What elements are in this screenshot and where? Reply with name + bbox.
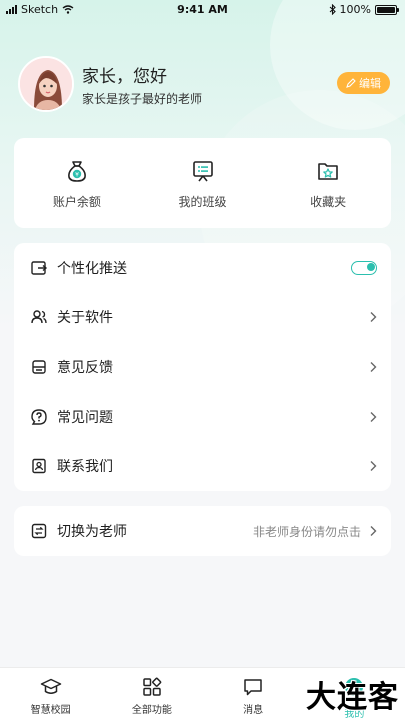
switch-role-row[interactable]: 切换为老师 非老师身份请勿点击 bbox=[14, 506, 391, 556]
menu-item-label: 意见反馈 bbox=[57, 359, 113, 376]
menu-item-label: 常见问题 bbox=[57, 409, 113, 426]
quick-action-favorites[interactable]: 收藏夹 bbox=[265, 138, 391, 228]
switch-role-label: 切换为老师 bbox=[57, 524, 127, 540]
push-icon bbox=[31, 261, 48, 275]
quick-action-balance[interactable]: ¥ 账户余额 bbox=[14, 138, 140, 228]
settings-menu-card: 个性化推送 关于软件 意见反馈 常见问题 联系我们 bbox=[14, 243, 391, 491]
battery-icon bbox=[375, 4, 399, 15]
chevron-right-icon bbox=[370, 526, 377, 536]
question-icon bbox=[31, 408, 47, 425]
tab-messages[interactable]: 消息 bbox=[203, 668, 304, 720]
avatar[interactable] bbox=[18, 56, 74, 112]
class-board-icon bbox=[192, 161, 213, 182]
menu-item-label: 关于软件 bbox=[57, 310, 113, 327]
tab-label: 智慧校园 bbox=[30, 705, 71, 716]
edit-label: 编辑 bbox=[359, 77, 381, 90]
contact-icon bbox=[32, 458, 46, 474]
switch-icon bbox=[31, 523, 47, 539]
about-users-icon bbox=[31, 310, 47, 324]
menu-item-contact[interactable]: 联系我们 bbox=[14, 441, 391, 491]
edit-profile-button[interactable]: 编辑 bbox=[337, 72, 390, 94]
chevron-right-icon bbox=[370, 361, 377, 372]
watermark-logo: 大连客 bbox=[306, 680, 399, 715]
grid-apps-icon bbox=[143, 677, 162, 696]
chevron-right-icon bbox=[370, 461, 377, 472]
chevron-right-icon bbox=[370, 312, 377, 323]
message-icon bbox=[244, 679, 262, 696]
menu-item-push[interactable]: 个性化推送 bbox=[14, 243, 391, 293]
svg-text:¥: ¥ bbox=[75, 171, 79, 178]
feedback-icon bbox=[32, 360, 46, 374]
battery-percent: 100% bbox=[339, 3, 371, 16]
menu-item-feedback[interactable]: 意见反馈 bbox=[14, 342, 391, 392]
push-toggle[interactable] bbox=[351, 260, 377, 275]
profile-header: 家长，您好 家长是孩子最好的老师 编辑 bbox=[18, 56, 390, 116]
quick-action-label: 收藏夹 bbox=[310, 195, 347, 209]
tab-label: 全部功能 bbox=[131, 705, 172, 716]
tab-all-functions[interactable]: 全部功能 bbox=[101, 668, 202, 720]
graduation-cap-icon bbox=[40, 678, 61, 694]
favorites-folder-icon bbox=[318, 163, 338, 180]
menu-item-about[interactable]: 关于软件 bbox=[14, 293, 391, 343]
menu-item-faq[interactable]: 常见问题 bbox=[14, 392, 391, 442]
chevron-right-icon bbox=[370, 411, 377, 422]
greeting-title: 家长，您好 bbox=[82, 67, 167, 87]
menu-item-label: 个性化推送 bbox=[57, 260, 127, 277]
switch-role-hint: 非老师身份请勿点击 bbox=[252, 524, 361, 539]
quick-action-label: 账户余额 bbox=[52, 195, 101, 209]
quick-action-label: 我的班级 bbox=[178, 195, 227, 209]
menu-item-label: 联系我们 bbox=[57, 459, 113, 476]
status-bar: Sketch 9:41 AM 100% bbox=[0, 0, 405, 20]
tab-smart-campus[interactable]: 智慧校园 bbox=[0, 668, 101, 720]
quick-action-class[interactable]: 我的班级 bbox=[140, 138, 266, 228]
money-bag-icon: ¥ bbox=[67, 161, 86, 182]
tab-label: 消息 bbox=[243, 705, 264, 716]
bluetooth-icon bbox=[329, 4, 336, 15]
quick-actions-card: ¥ 账户余额 我的班级 收藏夹 bbox=[14, 138, 391, 228]
pencil-icon bbox=[346, 78, 356, 88]
greeting-subtitle: 家长是孩子最好的老师 bbox=[82, 92, 203, 106]
